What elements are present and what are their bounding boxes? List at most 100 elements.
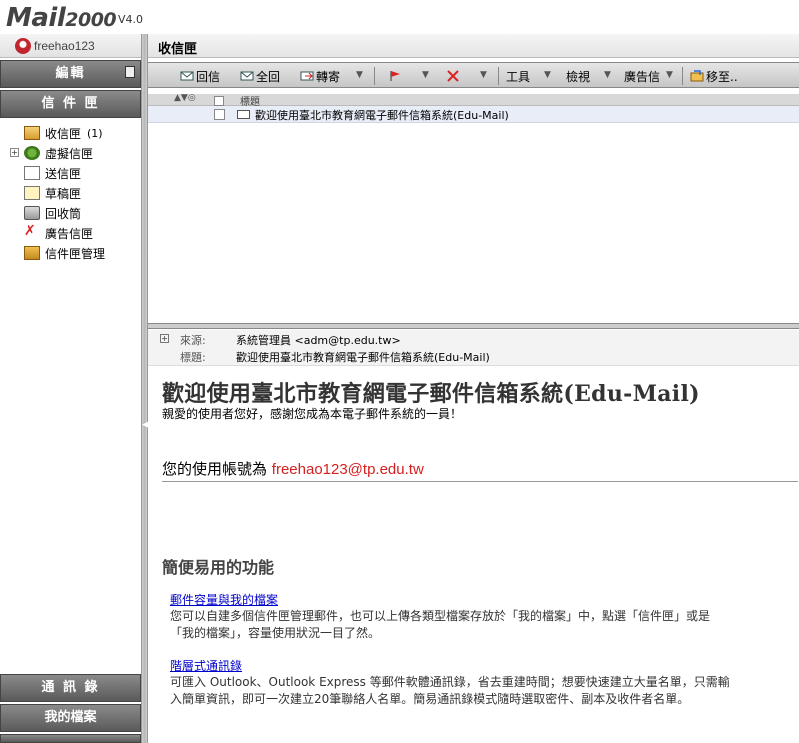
reply-icon (180, 71, 194, 81)
feature-link-storage[interactable]: 郵件容量與我的檔案 (170, 591, 278, 608)
tools-label: 工具 (506, 69, 531, 84)
sort-icons[interactable]: ▲▼◎ (174, 93, 196, 103)
unread-count: (1) (87, 126, 103, 140)
expand-header-icon[interactable]: + (160, 334, 169, 343)
folder-inbox[interactable]: 收信匣 (1) (24, 124, 103, 142)
feature-desc-contacts: 可匯入 Outlook、Outlook Express 等郵件軟體通訊錄，省去重… (170, 675, 730, 706)
flag-icon (390, 71, 400, 81)
inbox-icon (24, 126, 40, 140)
horizontal-splitter[interactable] (148, 323, 799, 329)
reply-all-button[interactable]: 全回 (240, 68, 280, 84)
move-folder-icon (690, 70, 704, 82)
message-subject[interactable]: 歡迎使用臺北市教育網電子郵件信箱系統(Edu-Mail) (255, 107, 509, 123)
message-heading: 歡迎使用臺北市教育網電子郵件信箱系統(Edu-Mail) (162, 381, 700, 407)
move-to-button[interactable]: 移至.. (690, 68, 738, 84)
from-label: 來源: (180, 334, 206, 347)
toolbar-divider (498, 67, 499, 85)
message-list-header: ▲▼◎ 標題 (148, 93, 799, 108)
user-bar: freehao123 (0, 34, 146, 58)
subject-label: 標題: (180, 351, 206, 364)
edit-button[interactable]: 編輯 (0, 60, 141, 88)
forward-label: 轉寄 (316, 69, 341, 84)
my-files-button[interactable]: 我的檔案 (0, 704, 141, 732)
trash-icon (24, 206, 40, 220)
folder-label: 收信匣 (45, 126, 82, 141)
folder-spam[interactable]: 廣告信匣 (24, 223, 94, 242)
view-dropdown-icon[interactable]: ▼ (604, 70, 611, 80)
spam-dropdown-icon[interactable]: ▼ (666, 70, 673, 80)
toolbar: 回信 全回 轉寄 ▼ ▼ ▼ 工具 ▼ 檢視 ▼ 廣告信 ▼ 移至.. (148, 62, 799, 88)
reply-all-label: 全回 (256, 69, 281, 84)
account-address: freehao123@tp.edu.tw (271, 461, 424, 478)
divider (162, 481, 798, 482)
greeting-text: 親愛的使用者您好，感謝您成為本電子郵件系統的一員！ (162, 407, 463, 421)
forward-button[interactable]: 轉寄 (300, 68, 340, 84)
feature-link-contacts[interactable]: 階層式通訊錄 (170, 657, 242, 674)
toolbar-divider (682, 67, 683, 85)
contacts-button[interactable]: 通 訊 錄 (0, 674, 141, 702)
folder-label: 廣告信匣 (45, 226, 94, 241)
folder-sent[interactable]: 送信匣 (24, 164, 81, 182)
subject-value: 歡迎使用臺北市教育網電子郵件信箱系統(Edu-Mail) (236, 351, 490, 364)
brand-logo: Mail2000 (6, 3, 117, 33)
version-label: V4.0 (118, 13, 144, 26)
flag-dropdown-icon[interactable]: ▼ (422, 70, 429, 80)
reply-button[interactable]: 回信 (180, 68, 220, 84)
folder-label: 送信匣 (45, 166, 82, 181)
left-sidebar: freehao123 編輯 信 件 匣 收信匣 (1) + 虛擬信匣 送信匣 草… (0, 34, 146, 743)
expand-icon[interactable]: + (10, 148, 19, 157)
mailbox-section-label: 信 件 匣 (41, 96, 100, 111)
toolbar-divider (374, 67, 375, 85)
select-all-checkbox[interactable] (214, 96, 224, 106)
folder-label: 虛擬信匣 (45, 146, 94, 161)
feature-desc-storage: 您可以自建多個信件匣管理郵件，也可以上傳各類型檔案存放於「我的檔案」中，點選「信… (170, 609, 711, 640)
my-files-label: 我的檔案 (44, 710, 97, 725)
spam-label: 廣告信 (624, 69, 661, 84)
spam-icon (24, 223, 40, 240)
features-title: 簡便易用的功能 (162, 558, 275, 577)
forward-dropdown-icon[interactable]: ▼ (356, 70, 363, 80)
tools-dropdown-icon[interactable]: ▼ (544, 70, 551, 80)
preview-header: + 來源: 系統管理員 <adm@tp.edu.tw> 標題: 歡迎使用臺北市教… (148, 330, 799, 366)
flag-button[interactable] (388, 68, 404, 84)
folder-manage[interactable]: 信件匣管理 (24, 244, 105, 262)
folder-title-bar: 收信匣 (148, 34, 799, 58)
spam-menu[interactable]: 廣告信 (624, 68, 660, 84)
folder-label: 草稿匣 (45, 186, 82, 201)
reply-all-icon (240, 71, 254, 81)
folder-label: 回收筒 (45, 206, 82, 221)
virtual-folder-icon (24, 146, 40, 160)
folder-virtual[interactable]: 虛擬信匣 (24, 144, 93, 162)
delete-button[interactable] (446, 68, 462, 84)
message-row[interactable]: 歡迎使用臺北市教育網電子郵件信箱系統(Edu-Mail) (148, 106, 799, 123)
top-bar: Mail2000 V4.0 (0, 0, 799, 34)
delete-icon (447, 70, 459, 82)
edit-icon (125, 66, 135, 78)
account-line: 您的使用帳號為 freehao123@tp.edu.tw (162, 458, 424, 479)
folder-title: 收信匣 (158, 42, 198, 57)
contacts-label: 通 訊 錄 (41, 680, 100, 695)
tools-menu[interactable]: 工具 (506, 68, 530, 84)
delete-dropdown-icon[interactable]: ▼ (480, 70, 487, 80)
main-panel: 收信匣 回信 全回 轉寄 ▼ ▼ ▼ 工具 ▼ 檢視 ▼ 廣告信 ▼ 移至.. … (148, 34, 799, 743)
draft-icon (24, 186, 40, 200)
account-prefix: 您的使用帳號為 (162, 460, 272, 478)
move-to-label: 移至.. (706, 69, 738, 84)
message-checkbox[interactable] (214, 109, 225, 120)
forward-icon (300, 71, 314, 81)
user-avatar-icon (15, 38, 31, 54)
calendar-button[interactable] (0, 734, 141, 743)
view-label: 檢視 (566, 69, 591, 84)
from-value: 系統管理員 <adm@tp.edu.tw> (236, 334, 401, 347)
vertical-splitter[interactable]: ◀ (141, 34, 149, 743)
view-menu[interactable]: 檢視 (566, 68, 590, 84)
folder-trash[interactable]: 回收筒 (24, 204, 81, 222)
mailbox-section-button[interactable]: 信 件 匣 (0, 90, 141, 118)
folder-drafts[interactable]: 草稿匣 (24, 184, 81, 202)
folder-label: 信件匣管理 (45, 246, 106, 261)
reply-label: 回信 (196, 69, 221, 84)
user-name[interactable]: freehao123 (34, 39, 95, 53)
sent-icon (24, 166, 40, 180)
edit-button-label: 編輯 (55, 66, 86, 81)
envelope-icon (237, 110, 250, 119)
